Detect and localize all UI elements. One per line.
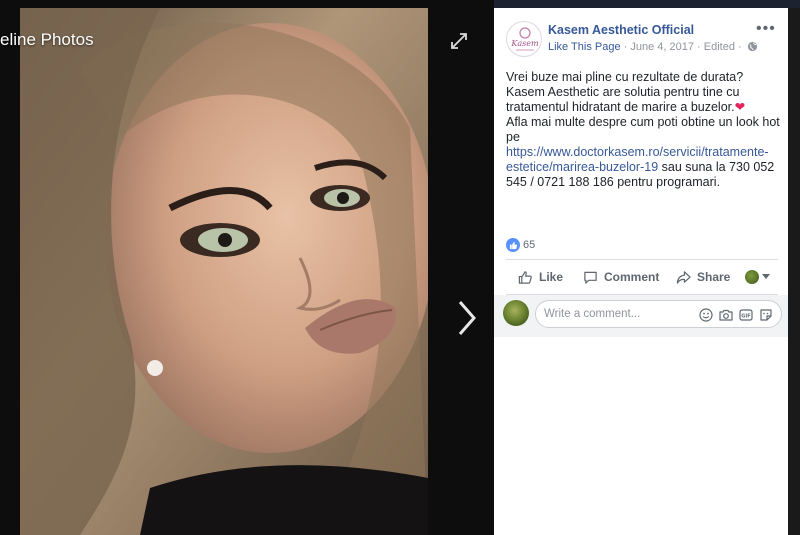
sticker-icon[interactable] bbox=[758, 307, 773, 322]
album-title: eline Photos bbox=[0, 30, 94, 49]
share-button[interactable]: Share bbox=[676, 270, 730, 285]
like-reaction-icon bbox=[506, 238, 520, 252]
post-date[interactable]: June 4, 2017 bbox=[630, 41, 694, 53]
svg-text:Kasem: Kasem bbox=[510, 39, 539, 48]
post-meta: Like This Page · June 4, 2017 · Edited · bbox=[548, 41, 758, 55]
comment-button[interactable]: Comment bbox=[583, 270, 659, 285]
comment-bubble-icon bbox=[584, 271, 597, 284]
like-button[interactable]: Like bbox=[518, 270, 563, 285]
svg-text:GIF: GIF bbox=[741, 313, 750, 319]
globe-icon[interactable] bbox=[747, 41, 758, 55]
page-name[interactable]: Kasem Aesthetic Official bbox=[548, 23, 694, 37]
page-avatar[interactable]: Kasem bbox=[506, 21, 542, 57]
comment-input[interactable]: Write a comment... GIF bbox=[535, 300, 782, 328]
portrait-illustration bbox=[20, 8, 428, 535]
mini-avatar bbox=[745, 270, 759, 284]
post-text-line-1: Vrei buze mai pline cu rezultate de dura… bbox=[506, 70, 744, 84]
chevron-right-icon[interactable] bbox=[455, 298, 479, 338]
comment-placeholder: Write a comment... bbox=[544, 308, 641, 320]
caret-down-icon bbox=[762, 274, 770, 279]
more-options-icon[interactable]: ••• bbox=[756, 20, 776, 38]
post-actions: Like Comment Share bbox=[506, 266, 778, 288]
post-text-line-2: Kasem Aesthetic are solutia pentru tine … bbox=[506, 85, 740, 114]
post-photo[interactable] bbox=[20, 8, 428, 535]
post-text-line-3: Afla mai multe despre cum poti obtine un… bbox=[506, 115, 780, 144]
meta-separator-3: · bbox=[734, 41, 745, 53]
expand-arrows-icon[interactable] bbox=[449, 31, 469, 51]
share-arrow-icon bbox=[676, 270, 691, 284]
comment-tools: GIF bbox=[698, 307, 773, 322]
edited-label[interactable]: Edited bbox=[704, 41, 735, 53]
like-label: Like bbox=[539, 270, 564, 284]
reaction-count: 65 bbox=[523, 239, 536, 251]
thumbs-up-icon bbox=[518, 270, 532, 284]
post-details-panel: Kasem Kasem Aesthetic Official Like This… bbox=[494, 8, 788, 535]
divider bbox=[506, 259, 778, 260]
reactions-summary[interactable]: 65 bbox=[506, 238, 535, 252]
comment-composer: Write a comment... GIF bbox=[494, 295, 788, 337]
emoji-icon[interactable] bbox=[698, 307, 713, 322]
meta-separator: · bbox=[620, 41, 631, 53]
window-edge bbox=[788, 8, 800, 535]
like-page-link[interactable]: Like This Page bbox=[548, 41, 621, 53]
comment-label: Comment bbox=[604, 270, 660, 284]
post-text: Vrei buze mai pline cu rezultate de dura… bbox=[506, 70, 782, 190]
share-label: Share bbox=[697, 270, 731, 284]
photo-theater: eline Photos bbox=[0, 0, 494, 535]
user-avatar[interactable] bbox=[503, 300, 529, 326]
meta-separator-2: · bbox=[693, 41, 704, 53]
camera-icon[interactable] bbox=[718, 307, 733, 322]
gif-icon[interactable]: GIF bbox=[738, 307, 753, 322]
reaction-audience-selector[interactable] bbox=[745, 270, 770, 284]
heart-emoji: ❤ bbox=[734, 100, 746, 114]
